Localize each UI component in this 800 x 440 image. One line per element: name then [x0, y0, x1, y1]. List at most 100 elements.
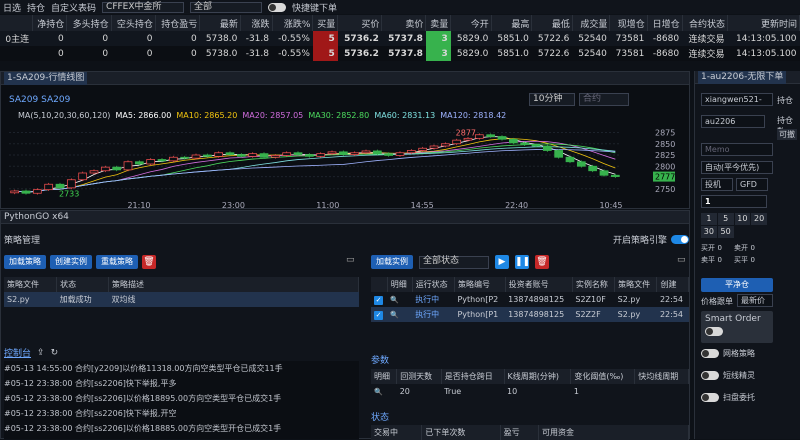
refresh-icon[interactable]: ↻ — [51, 348, 59, 358]
quote-row[interactable]: 0主连 0 0 0 0 5738.0 -31.8 -0.55% 5 5736.2 5737.8 3 58… — [0, 31, 800, 46]
params-tab[interactable]: 参数 — [371, 353, 389, 366]
side-button[interactable]: 可撤 — [777, 129, 797, 140]
quote-col-8: 买量 — [312, 15, 339, 31]
quote-col-16: 现增仓 — [609, 15, 648, 31]
strategy-table: 策略文件 状态 策略描述 S2.py 加载成功 双均线 — [4, 277, 359, 307]
quick-order-toggle[interactable] — [268, 2, 287, 12]
quote-col-9: 买价 — [337, 15, 383, 31]
reload-strategy-button[interactable]: 重载策略 — [96, 255, 138, 269]
inst-col-3: 策略编号 — [454, 277, 506, 292]
quote-cell: -8680 — [652, 48, 680, 59]
x-tick-label: 11:00 — [316, 201, 339, 208]
tab-chart[interactable]: 1-SA209-行情线图 — [4, 71, 88, 85]
tab-order[interactable]: 1-au2206-无限下单 — [698, 70, 787, 84]
qty-preset-button[interactable]: 20 — [751, 213, 767, 225]
candle-body — [10, 190, 20, 194]
quote-table: 净持仓 多头持仓 空头持仓 持仓盈亏 最新 涨跌 涨跌% 买量 买价 卖价 卖量 今开 最高 最低 成交量现… — [0, 15, 800, 61]
y-tick-label: 2825 — [655, 151, 675, 160]
load-instance-button[interactable]: 加载实例 — [371, 255, 413, 269]
magnifier-icon[interactable]: 🔍 — [390, 296, 399, 304]
export-icon[interactable]: ⇪ — [37, 348, 45, 358]
cell: S2.py — [7, 295, 30, 304]
col: 交易中 — [371, 425, 423, 440]
lbl: 卖开 — [734, 244, 748, 252]
contract-search[interactable]: 合约 — [579, 93, 629, 106]
folder-icon[interactable]: ▭ — [346, 255, 355, 265]
log-line: #05-12 23:38:00 合约[ss2206]以价格18885.00方向空… — [4, 424, 282, 433]
sweep-toggle[interactable] — [701, 393, 719, 402]
strategy-row[interactable]: S2.py 加载成功 双均线 — [4, 292, 359, 307]
quote-cell: 5 — [312, 46, 338, 61]
qty-input[interactable]: 1 — [701, 195, 767, 208]
cell: 加载成功 — [59, 295, 92, 304]
candle-body — [520, 142, 530, 146]
qty-preset-button[interactable]: 5 — [717, 213, 734, 225]
flat-button[interactable]: 平净仓 — [701, 278, 773, 292]
account-select[interactable]: xiangwen521- — [701, 93, 773, 106]
qty-preset-button[interactable]: 30 — [701, 226, 717, 238]
low-annotation: 2733 — [59, 189, 79, 198]
menu-item-0[interactable]: 日选 — [3, 1, 21, 14]
param-col-1: 回测天数 — [396, 369, 442, 384]
pause-icon[interactable]: ❚❚ — [515, 255, 530, 269]
instance-row[interactable]: ✓ 🔍 执行中 Python[P2 13874898125 S2Z10F S2.py 22:5… — [371, 292, 689, 307]
y-tick-label: 2800 — [655, 162, 675, 171]
quote-row[interactable]: 0 0 0 0 5738.0 -31.8 -0.55% 5 5736.2 5737.8 3 5829.… — [0, 46, 800, 61]
qty-preset-button[interactable]: 50 — [717, 226, 734, 238]
chart-tabbar: 1-SA209-行情线图 — [1, 71, 689, 85]
menu-item-1[interactable]: 持仓 — [27, 1, 45, 14]
cell: S2.py — [617, 295, 641, 304]
quote-col-13: 最高 — [491, 15, 533, 31]
qty-preset-button[interactable]: 10 — [734, 213, 751, 225]
opt-row: 扫盘委托 — [701, 392, 755, 403]
mode-select[interactable]: 自动(平今优先) — [701, 161, 773, 174]
param-row[interactable]: 🔍 20 True 10 1 — [371, 384, 689, 399]
type-select[interactable]: 投机 — [701, 178, 733, 191]
ma5-value: MA5: 2866.00 — [115, 111, 172, 120]
cell: ✓ — [371, 307, 387, 322]
cell: 🔍 — [387, 292, 412, 307]
memo-input[interactable]: Memo — [701, 143, 773, 156]
quote-cell: 5851.0 — [497, 48, 529, 59]
engine-toggle[interactable] — [671, 235, 689, 244]
menu-item-2[interactable]: 自定义表码 — [51, 1, 96, 14]
console-tab[interactable]: 控制台 — [4, 346, 31, 359]
delete-strategy-icon[interactable]: 🗑 — [142, 255, 156, 269]
delete-instance-icon[interactable]: 🗑 — [535, 255, 549, 269]
instance-status-select[interactable]: 全部状态 — [419, 255, 489, 269]
create-instance-button[interactable]: 创建实例 — [50, 255, 92, 269]
load-strategy-button[interactable]: 加载策略 — [4, 255, 46, 269]
exchange-select[interactable]: CFFEX中金所 — [102, 1, 185, 13]
quote-cell: 5738.0 — [205, 33, 238, 44]
tif-select[interactable]: GFD — [736, 178, 768, 191]
order-panel: 1-au2206-无限下单 xiangwen521- 持仓 au2206 持仓数… — [694, 70, 800, 439]
status-tab[interactable]: 状态 — [371, 410, 389, 423]
instance-row[interactable]: ✓ 🔍 执行中 Python[P1 13874898125 S2Z2F S2.py 22:54 — [371, 307, 689, 322]
param-col-4: 变化阈值(‰) — [570, 369, 636, 384]
checkbox-icon[interactable]: ✓ — [374, 295, 383, 305]
quote-col-10: 卖价 — [381, 15, 427, 31]
val: 0 — [750, 256, 755, 264]
period-select[interactable]: 10分钟 — [529, 93, 575, 106]
candle-body — [123, 161, 133, 171]
param-col-5: 快均线周期 — [634, 369, 689, 384]
cell: 13874898125 — [508, 310, 565, 319]
log-line: #05-12 23:38:00 合约[ss2206]快下举报,开空 — [4, 409, 177, 418]
checkbox-icon[interactable]: ✓ — [374, 310, 383, 320]
grid-toggle[interactable] — [701, 349, 719, 358]
filter-select[interactable]: 全部 — [190, 1, 263, 13]
magnifier-icon[interactable]: 🔍 — [390, 311, 399, 319]
folder-icon-2[interactable]: ▭ — [677, 255, 686, 265]
magnifier-icon[interactable]: 🔍 — [374, 388, 383, 396]
play-icon[interactable]: ▶ — [495, 255, 509, 269]
contract-input[interactable]: au2206 — [701, 115, 765, 128]
quote-cell: 5737.8 — [388, 33, 423, 44]
smart-order-toggle[interactable] — [705, 327, 723, 336]
price-mode-select[interactable]: 最新价 — [737, 294, 773, 307]
chart-symbol: SA209 SA209 — [9, 95, 71, 105]
candle-body — [157, 159, 167, 162]
candle-body — [304, 154, 314, 157]
quote-col-14: 最低 — [531, 15, 573, 31]
short-toggle[interactable] — [701, 371, 719, 380]
qty-preset-button[interactable]: 1 — [701, 213, 717, 225]
